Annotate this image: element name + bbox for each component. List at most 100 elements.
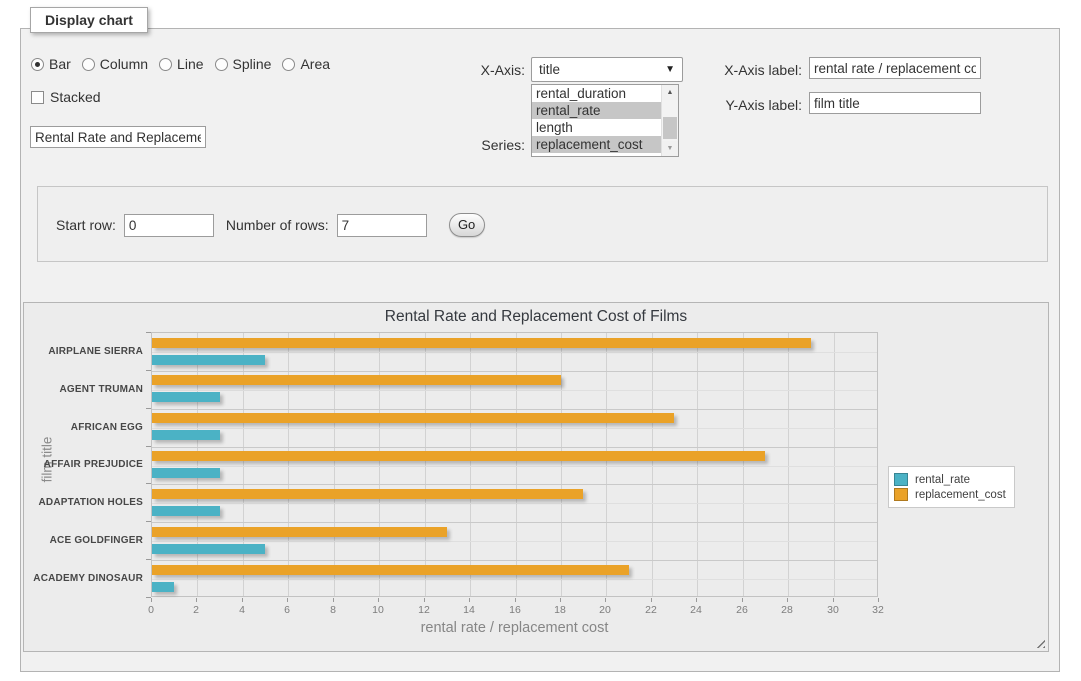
radio-icon[interactable]	[282, 58, 295, 71]
bar-replacement_cost	[152, 527, 447, 537]
gridline-horizontal	[152, 522, 877, 523]
gridline-vertical	[288, 333, 289, 596]
gridline-vertical	[743, 333, 744, 596]
x-tick-mark	[287, 598, 288, 602]
gridline-horizontal-minor	[152, 390, 877, 391]
series-multiselect[interactable]: rental_durationrental_ratelengthreplacem…	[531, 84, 679, 157]
x-axis-select-label: X-Axis:	[430, 62, 525, 78]
x-tick-label: 14	[463, 604, 475, 616]
chart-container: Rental Rate and Replacement Cost of Film…	[23, 302, 1049, 652]
radio-label: Bar	[49, 56, 71, 72]
bar-replacement_cost	[152, 375, 561, 385]
chart-type-radio-spline[interactable]: Spline	[215, 56, 272, 72]
x-tick-label: 4	[239, 604, 245, 616]
x-tick-label: 22	[645, 604, 657, 616]
chart-type-radio-area[interactable]: Area	[282, 56, 330, 72]
legend-entry-rental_rate: rental_rate	[894, 473, 1006, 486]
gridline-horizontal	[152, 484, 877, 485]
x-tick-mark	[424, 598, 425, 602]
go-button[interactable]: Go	[449, 213, 485, 237]
chart-type-radio-line[interactable]: Line	[159, 56, 203, 72]
x-tick-mark	[515, 598, 516, 602]
radio-icon[interactable]	[31, 58, 44, 71]
category-label: ACADEMY DINOSAUR	[31, 573, 143, 584]
series-option-rental_duration[interactable]: rental_duration	[532, 85, 661, 102]
stacked-checkbox-row[interactable]: Stacked	[31, 89, 101, 105]
x-tick-label: 2	[193, 604, 199, 616]
scroll-down-icon[interactable]: ▼	[662, 141, 678, 156]
series-option-rental_rate[interactable]: rental_rate	[532, 102, 661, 119]
series-scrollbar[interactable]: ▲ ▼	[661, 85, 678, 156]
y-tick-mark	[146, 559, 151, 560]
legend-swatch-icon	[894, 473, 908, 486]
bar-rental_rate	[152, 430, 220, 440]
scroll-up-icon[interactable]: ▲	[662, 85, 678, 100]
x-tick-mark	[378, 598, 379, 602]
series-option-length[interactable]: length	[532, 119, 661, 136]
x-tick-label: 28	[781, 604, 793, 616]
x-tick-mark	[833, 598, 834, 602]
gridline-vertical	[379, 333, 380, 596]
x-tick-label: 32	[872, 604, 884, 616]
number-of-rows-input[interactable]	[337, 214, 427, 237]
category-label: AGENT TRUMAN	[31, 384, 143, 395]
x-axis-label-input[interactable]	[809, 57, 981, 79]
radio-icon[interactable]	[82, 58, 95, 71]
gridline-horizontal-minor	[152, 579, 877, 580]
x-tick-mark	[242, 598, 243, 602]
chart-title-input[interactable]	[30, 126, 206, 148]
gridline-horizontal-minor	[152, 541, 877, 542]
resize-grip-icon[interactable]	[1033, 636, 1045, 648]
radio-label: Line	[177, 56, 203, 72]
x-tick-label: 18	[554, 604, 566, 616]
gridline-horizontal-minor	[152, 352, 877, 353]
gridline-horizontal	[152, 409, 877, 410]
gridline-vertical	[470, 333, 471, 596]
number-of-rows-label: Number of rows:	[226, 217, 329, 233]
stacked-checkbox[interactable]	[31, 91, 44, 104]
scrollbar-thumb[interactable]	[663, 117, 677, 139]
x-tick-mark	[696, 598, 697, 602]
gridline-horizontal-minor	[152, 503, 877, 504]
gridline-vertical	[243, 333, 244, 596]
x-tick-mark	[560, 598, 561, 602]
x-tick-mark	[605, 598, 606, 602]
gridline-horizontal	[152, 447, 877, 448]
y-tick-mark	[146, 370, 151, 371]
row-range-panel: Start row: Number of rows: Go	[37, 186, 1048, 262]
x-tick-mark	[787, 598, 788, 602]
gridline-vertical	[834, 333, 835, 596]
x-tick-label: 30	[827, 604, 839, 616]
x-tick-mark	[742, 598, 743, 602]
gridline-vertical	[561, 333, 562, 596]
chart-x-axis-title: rental rate / replacement cost	[151, 620, 878, 636]
series-option-replacement_cost[interactable]: replacement_cost	[532, 136, 661, 153]
legend-label: rental_rate	[915, 474, 970, 486]
y-axis-label-input[interactable]	[809, 92, 981, 114]
gridline-vertical	[606, 333, 607, 596]
x-tick-label: 16	[509, 604, 521, 616]
radio-icon[interactable]	[215, 58, 228, 71]
gridline-vertical	[334, 333, 335, 596]
gridline-vertical	[197, 333, 198, 596]
gridline-vertical	[697, 333, 698, 596]
gridline-horizontal-minor	[152, 466, 877, 467]
bar-replacement_cost	[152, 451, 765, 461]
x-tick-mark	[333, 598, 334, 602]
x-axis-select[interactable]: title ▼	[531, 57, 683, 82]
chart-type-radio-bar[interactable]: Bar	[31, 56, 71, 72]
bar-replacement_cost	[152, 489, 583, 499]
y-axis-label-caption: Y-Axis label:	[712, 97, 802, 113]
category-label: AFRICAN EGG	[31, 422, 143, 433]
chart-type-radio-column[interactable]: Column	[82, 56, 148, 72]
y-tick-mark	[146, 483, 151, 484]
radio-icon[interactable]	[159, 58, 172, 71]
x-axis-select-value: title	[539, 62, 560, 77]
stacked-label: Stacked	[50, 89, 101, 105]
radio-label: Area	[300, 56, 330, 72]
bar-replacement_cost	[152, 565, 629, 575]
plot-area	[151, 332, 878, 597]
category-label: ADAPTATION HOLES	[31, 497, 143, 508]
start-row-input[interactable]	[124, 214, 214, 237]
category-label: AFFAIR PREJUDICE	[31, 459, 143, 470]
